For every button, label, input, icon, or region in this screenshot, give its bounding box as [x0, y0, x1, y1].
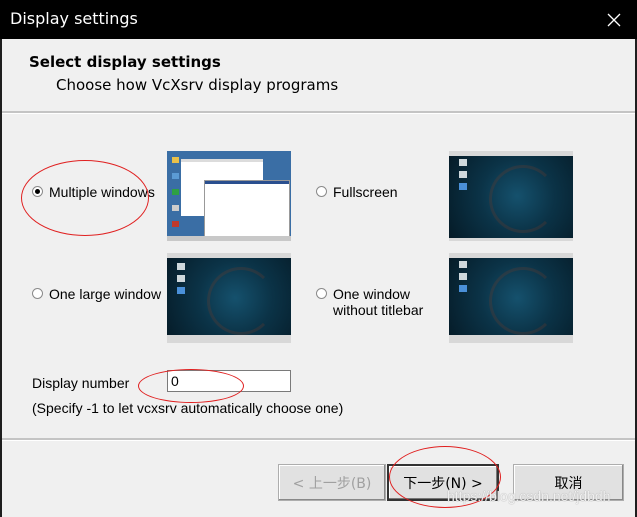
radio-fullscreen[interactable]: Fullscreen: [316, 184, 398, 200]
panel-bar: [167, 253, 291, 258]
multiple-windows-preview: [167, 151, 291, 241]
taskbar: [167, 335, 291, 343]
radio-label-line1: One window: [333, 286, 411, 302]
cancel-button[interactable]: 取消: [513, 464, 624, 501]
radio-button[interactable]: [316, 186, 327, 197]
one-large-window-preview: [167, 253, 291, 343]
fullscreen-preview: [449, 151, 573, 241]
radio-label: One window without titlebar: [333, 286, 423, 318]
display-number-label: Display number: [32, 375, 130, 391]
header-title: Select display settings: [29, 53, 221, 71]
radio-label: Multiple windows: [49, 184, 155, 200]
display-number-input[interactable]: [167, 370, 291, 392]
desktop-icon: [459, 285, 467, 292]
radio-label: Fullscreen: [333, 184, 398, 200]
desktop-icon: [177, 275, 185, 282]
radio-button[interactable]: [32, 288, 43, 299]
display-number-hint: (Specify -1 to let vcxsrv automatically …: [32, 400, 344, 416]
footer-separator: [2, 438, 635, 441]
radio-multiple-windows[interactable]: Multiple windows: [32, 184, 155, 200]
panel-bar: [449, 151, 573, 156]
taskbar: [167, 236, 291, 241]
radio-button-selected[interactable]: [32, 186, 43, 197]
radio-one-large-window[interactable]: One large window: [32, 286, 161, 302]
header-subtitle: Choose how VcXsrv display programs: [56, 76, 339, 94]
wizard-header: Select display settings Choose how VcXsr…: [2, 39, 635, 111]
desktop-icon: [459, 171, 467, 178]
radio-label: One large window: [49, 286, 162, 302]
close-button[interactable]: [591, 0, 637, 39]
panel-bar: [449, 253, 573, 258]
display-settings-dialog: Display settings Select display settings…: [0, 0, 637, 517]
one-window-without-titlebar-preview: [449, 253, 573, 343]
debian-swirl: [489, 267, 557, 335]
desktop-icon: [172, 205, 179, 211]
desktop-icon: [459, 159, 467, 166]
title-bar: Display settings: [0, 0, 637, 39]
desktop-icon: [172, 189, 179, 195]
desktop-icon: [459, 261, 467, 268]
desktop-icon: [177, 263, 185, 270]
back-button[interactable]: < 上一步(B): [278, 464, 386, 501]
radio-one-window-without-titlebar[interactable]: One window without titlebar: [316, 286, 423, 318]
window-title: Display settings: [10, 9, 138, 28]
debian-swirl: [489, 165, 557, 233]
close-icon: [607, 13, 621, 26]
xterm-window: [205, 181, 289, 238]
desktop-icon: [459, 183, 467, 190]
panel-bar: [449, 238, 573, 241]
desktop-icon: [172, 173, 179, 179]
desktop-icon: [172, 157, 179, 163]
desktop-icon: [172, 221, 179, 227]
radio-label-line2: without titlebar: [333, 302, 424, 318]
next-button[interactable]: 下一步(N) >: [387, 464, 499, 501]
desktop-icon: [459, 273, 467, 280]
radio-button[interactable]: [316, 288, 327, 299]
taskbar: [449, 335, 573, 343]
desktop-icon: [177, 287, 185, 294]
debian-swirl: [207, 267, 275, 335]
header-separator: [2, 111, 635, 114]
